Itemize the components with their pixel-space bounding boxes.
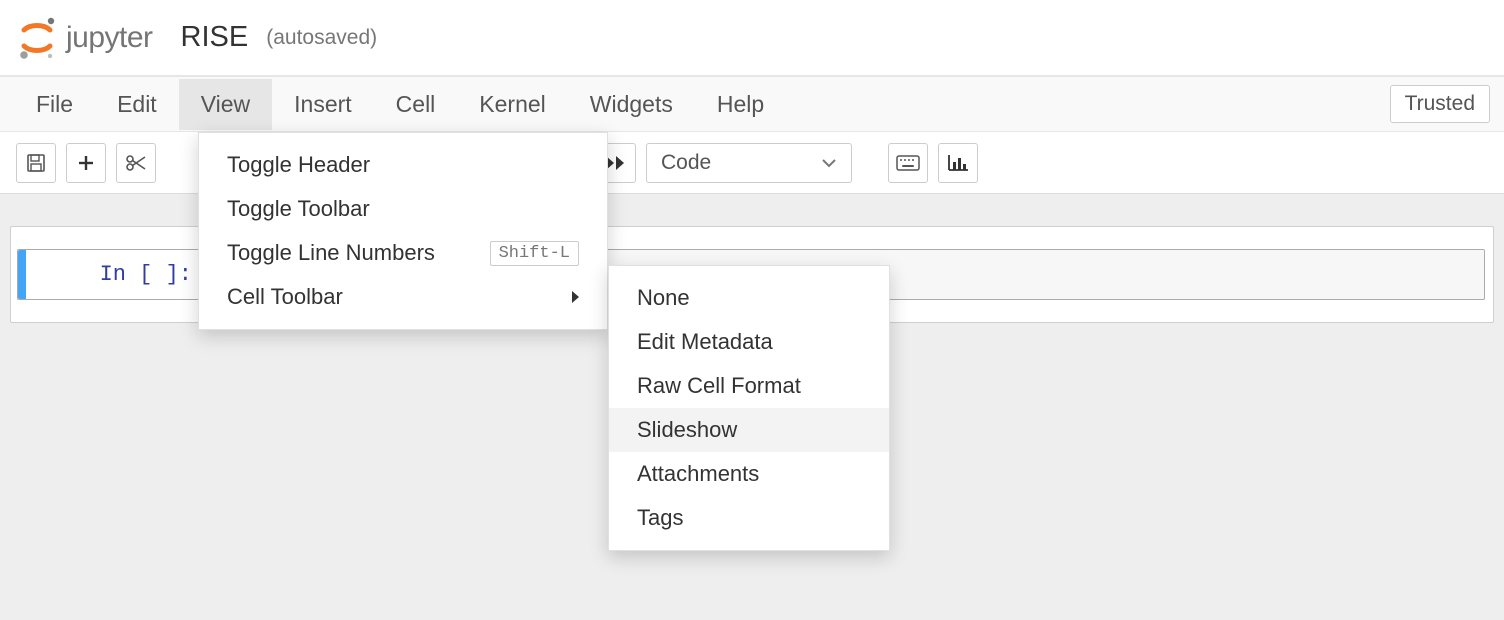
cell-toolbar-submenu: None Edit Metadata Raw Cell Format Slide… — [608, 265, 890, 551]
save-button[interactable] — [16, 143, 56, 183]
cell-selected-marker — [18, 250, 26, 299]
input-prompt: In [ ]: — [26, 250, 206, 299]
celltoolbar-item-none[interactable]: None — [609, 276, 889, 320]
jupyter-icon — [18, 16, 56, 60]
autosave-status: (autosaved) — [266, 26, 377, 50]
shortcut-badge: Shift-L — [490, 241, 579, 266]
scissors-icon — [125, 153, 147, 173]
celltoolbar-item-edit-metadata[interactable]: Edit Metadata — [609, 320, 889, 364]
notebook-title[interactable]: RISE — [181, 21, 249, 54]
menu-cell[interactable]: Cell — [374, 79, 458, 130]
menu-widgets[interactable]: Widgets — [568, 79, 695, 130]
menu-insert[interactable]: Insert — [272, 79, 374, 130]
rise-slideshow-button[interactable] — [938, 143, 978, 183]
view-item-toggle-line-numbers[interactable]: Toggle Line Numbers Shift-L — [199, 231, 607, 275]
cut-button[interactable] — [116, 143, 156, 183]
command-palette-button[interactable] — [888, 143, 928, 183]
bar-chart-icon — [947, 154, 969, 172]
cell-type-select[interactable]: Code — [646, 143, 852, 183]
insert-cell-button[interactable] — [66, 143, 106, 183]
menu-kernel[interactable]: Kernel — [457, 79, 567, 130]
cell-type-value: Code — [661, 151, 711, 175]
menu-help[interactable]: Help — [695, 79, 786, 130]
view-item-toggle-header[interactable]: Toggle Header — [199, 143, 607, 187]
celltoolbar-item-slideshow[interactable]: Slideshow — [609, 408, 889, 452]
logo-text: jupyter — [66, 21, 153, 55]
view-dropdown: Toggle Header Toggle Toolbar Toggle Line… — [198, 132, 608, 330]
view-item-toggle-toolbar[interactable]: Toggle Toolbar — [199, 187, 607, 231]
celltoolbar-item-attachments[interactable]: Attachments — [609, 452, 889, 496]
menu-edit[interactable]: Edit — [95, 79, 179, 130]
view-item-cell-toolbar[interactable]: Cell Toolbar — [199, 275, 607, 319]
jupyter-logo[interactable]: jupyter — [18, 16, 153, 60]
notebook-header: jupyter RISE (autosaved) — [0, 0, 1504, 76]
menu-file[interactable]: File — [14, 79, 95, 130]
menu-view[interactable]: View — [179, 79, 272, 130]
chevron-down-icon — [821, 158, 837, 168]
celltoolbar-item-raw-cell-format[interactable]: Raw Cell Format — [609, 364, 889, 408]
save-icon — [26, 153, 46, 173]
trusted-badge[interactable]: Trusted — [1390, 85, 1490, 123]
plus-icon — [76, 153, 96, 173]
menubar: File Edit View Insert Cell Kernel Widget… — [0, 76, 1504, 132]
celltoolbar-item-tags[interactable]: Tags — [609, 496, 889, 540]
keyboard-icon — [896, 155, 920, 171]
submenu-arrow-icon — [572, 291, 579, 303]
